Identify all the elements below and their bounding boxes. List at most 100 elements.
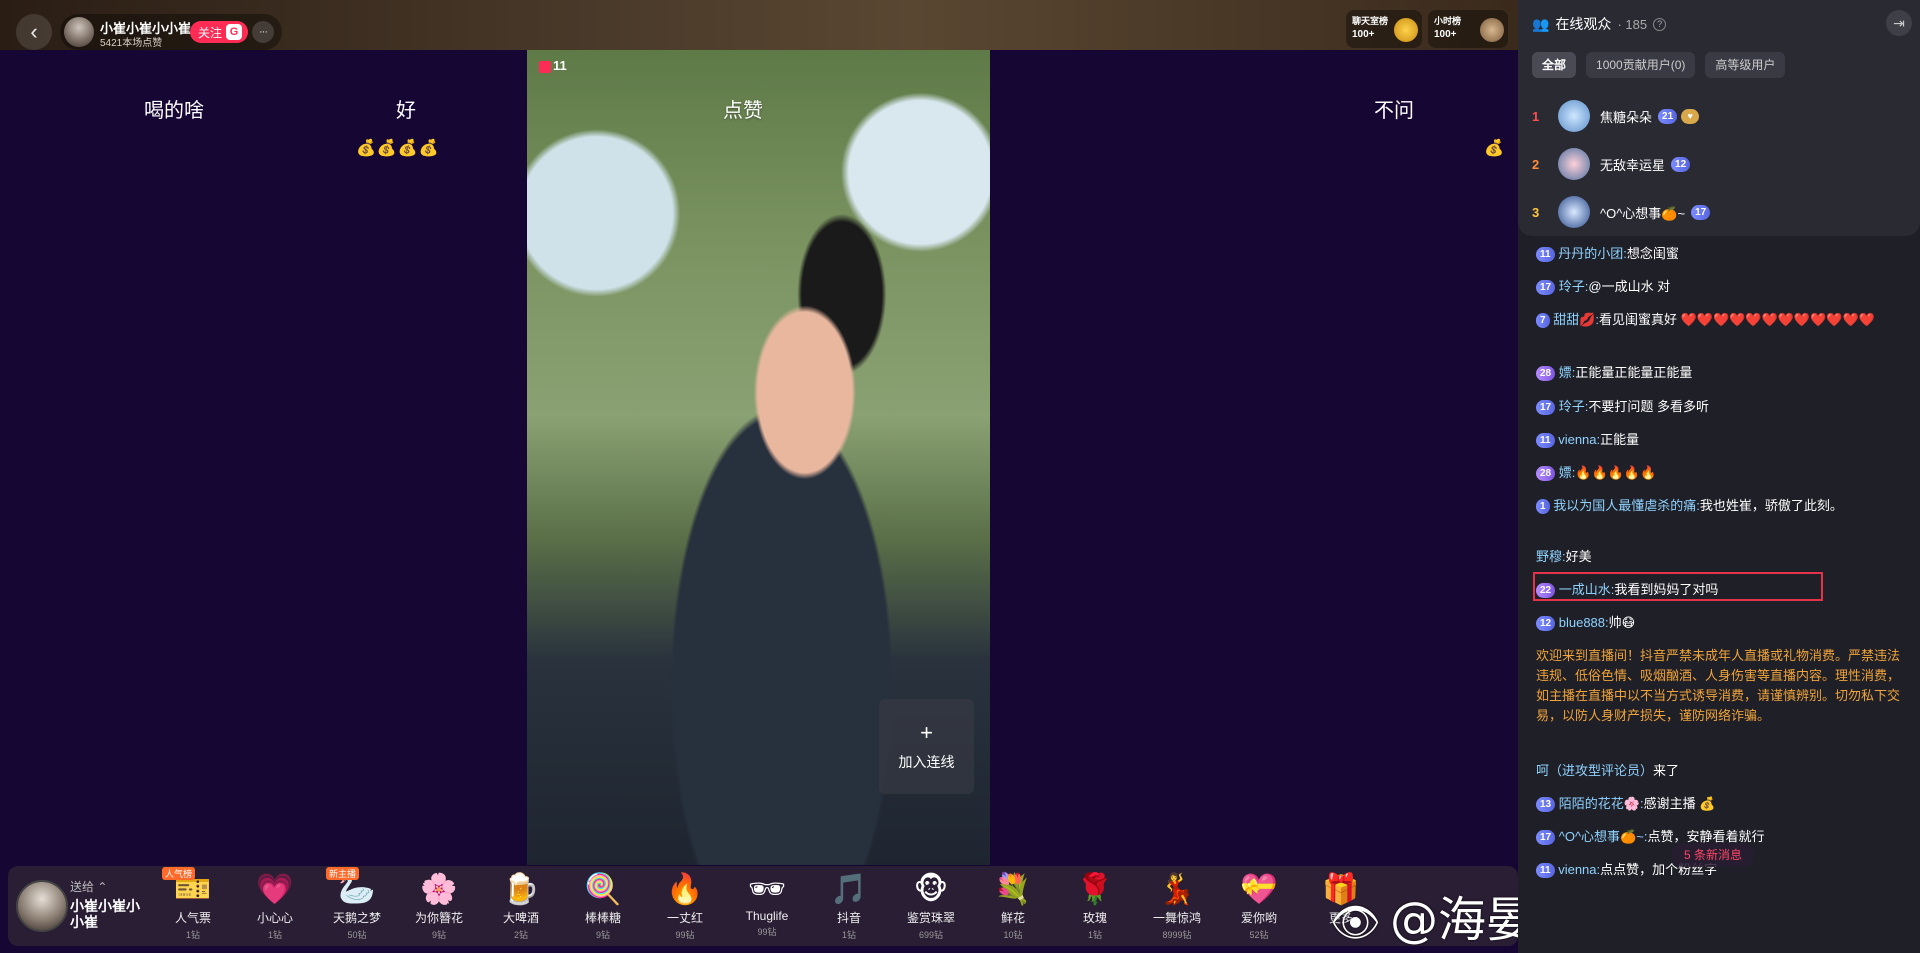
- anchor-info[interactable]: 小崔小崔小小崔 5421本场点赞 关注 G ···: [60, 14, 282, 50]
- chat-username[interactable]: 丹丹的小团:: [1558, 246, 1627, 261]
- anchor-likes: 5421本场点赞: [100, 38, 163, 49]
- gift-price: 52钻: [1249, 930, 1269, 940]
- chat-text: 感谢主播 💰: [1643, 796, 1716, 811]
- level-badge: 28: [1536, 466, 1556, 482]
- send-to-label[interactable]: 送给 ⌃: [70, 878, 107, 895]
- chat-username[interactable]: 一成山水:: [1559, 582, 1615, 597]
- avatar[interactable]: [1558, 100, 1590, 132]
- chat-text: 好美: [1565, 549, 1592, 564]
- gift-item[interactable]: 🍺 大啤酒 2钻: [486, 872, 556, 942]
- join-co-host-button[interactable]: + 加入连线: [879, 699, 974, 794]
- fan-club-badge: G: [226, 24, 243, 40]
- help-icon[interactable]: ?: [1653, 17, 1667, 31]
- user-name: ^O^心想事🍊~: [1600, 205, 1686, 221]
- gift-name: 爱你哟: [1240, 911, 1277, 925]
- chat-username[interactable]: 陌陌的花花🌸:: [1559, 796, 1644, 811]
- avatar[interactable]: [1558, 148, 1590, 180]
- chat-username[interactable]: 玲子:: [1559, 279, 1589, 294]
- new-messages-button[interactable]: 5 条新消息: [1672, 843, 1755, 867]
- tab-all[interactable]: 全部: [1532, 52, 1577, 78]
- gift-item[interactable]: 💃 一舞惊鸿 8999钻: [1142, 872, 1212, 942]
- gift-name: 天鹅之梦: [332, 911, 381, 925]
- gift-item[interactable]: 💐 鲜花 10钻: [978, 872, 1048, 942]
- follow-label: 关注: [198, 25, 223, 40]
- tab-high-level[interactable]: 高等级用户: [1705, 52, 1786, 78]
- more-button[interactable]: ···: [252, 21, 274, 43]
- gift-name: 一舞惊鸿: [1152, 911, 1201, 925]
- chat-username[interactable]: 嫖:: [1559, 365, 1576, 380]
- gift-price: 1钻: [267, 930, 282, 940]
- chat-text: 想念闺蜜: [1626, 246, 1679, 261]
- gift-item[interactable]: 🐵 鉴赏珠翠 699钻: [896, 872, 966, 942]
- gift-item[interactable]: 🕶 Thuglife 99钻: [732, 872, 802, 942]
- users-icon: 👥: [1532, 15, 1550, 32]
- gift-item[interactable]: 新主播 🦢 天鹅之梦 50钻: [322, 867, 392, 942]
- live-video[interactable]: 11 点赞 + 加入连线: [527, 50, 990, 865]
- tab-contributors[interactable]: 1000贡献用户(0): [1586, 52, 1696, 78]
- chat-username[interactable]: ^O^心想事🍊~:: [1559, 829, 1648, 844]
- top-user-row[interactable]: 1 焦糖朵朵 21 ♥: [1532, 96, 1912, 136]
- love-icon: 💝: [1240, 873, 1278, 906]
- rank-badge-icon: [1394, 18, 1418, 42]
- chat-text: 不要打问题 多看多听: [1588, 399, 1709, 414]
- chat-message: 28 嫖:正能量正能量正能量: [1536, 363, 1908, 383]
- gift-item[interactable]: 人气榜 🎫 人气票 1钻: [158, 867, 228, 942]
- gift-item[interactable]: 🌹 玫瑰 1钻: [1060, 872, 1130, 942]
- gift-price: 10钻: [1003, 930, 1023, 940]
- chat-username[interactable]: 我以为国人最懂虐杀的痛:: [1553, 498, 1700, 513]
- chat-message: 13 陌陌的花花🌸:感谢主播 💰: [1536, 794, 1908, 814]
- avatar[interactable]: [1558, 196, 1590, 228]
- chat-text: 我也姓崔，骄傲了此刻。: [1699, 498, 1843, 513]
- level-badge: 11: [1536, 433, 1555, 449]
- rose-icon: 🌹: [1076, 873, 1114, 906]
- chat-username[interactable]: 呵（进攻型评论员）: [1536, 763, 1653, 778]
- gift-name: 大啤酒: [502, 911, 539, 925]
- chat-text: @一成山水 对: [1588, 279, 1671, 294]
- gift-recipient-avatar[interactable]: [16, 880, 68, 932]
- gift-price: 2钻: [513, 930, 528, 940]
- chat-text: 我看到妈妈了对吗: [1614, 582, 1719, 597]
- chat-text: 来了: [1653, 763, 1680, 778]
- hourly-rank[interactable]: 小时榜 100+: [1428, 10, 1508, 48]
- gift-item[interactable]: 🔥 一丈红 99钻: [650, 872, 720, 942]
- follow-button[interactable]: 关注 G: [190, 21, 249, 43]
- chat-username[interactable]: 玲子:: [1559, 399, 1589, 414]
- video-viewers: 11: [539, 58, 567, 73]
- chat-username[interactable]: 甜甜💋:: [1553, 312, 1599, 327]
- chat-username[interactable]: vienna:: [1558, 862, 1600, 877]
- gift-item[interactable]: 💝 爱你哟 52钻: [1224, 872, 1294, 942]
- top-user-row[interactable]: 2 无敌幸运星 12: [1532, 144, 1912, 184]
- beer-icon: 🍺: [502, 873, 540, 906]
- anchor-avatar[interactable]: [64, 17, 94, 47]
- gift-price: 99钻: [757, 927, 777, 937]
- top-user-row[interactable]: 3 ^O^心想事🍊~ 17: [1532, 192, 1912, 232]
- plus-icon: +: [920, 719, 933, 745]
- chatroom-rank[interactable]: 聊天室榜 100+: [1346, 10, 1422, 48]
- system-notice: 欢迎来到直播间！抖音严禁未成年人直播或礼物消费。严禁违法违规、低俗色情、吸烟酗酒…: [1536, 646, 1908, 726]
- collapse-panel-button[interactable]: ⇥: [1886, 10, 1912, 36]
- gift-price: 699钻: [918, 930, 944, 940]
- level-badge: 12: [1671, 156, 1691, 172]
- chat-username[interactable]: 野穆:: [1536, 549, 1566, 564]
- gift-price: 8999钻: [1162, 930, 1192, 940]
- chat-message: 7 甜甜💋:看见闺蜜真好 ❤️❤️❤️❤️❤️❤️❤️❤️❤️❤️❤️❤️: [1536, 310, 1908, 330]
- chat-username[interactable]: 嫖:: [1559, 465, 1576, 480]
- gift-item[interactable]: 🌸 为你簪花 9钻: [404, 872, 474, 942]
- audience-filter-tabs: 全部 1000贡献用户(0) 高等级用户: [1532, 52, 1786, 78]
- level-badge: 17: [1536, 400, 1556, 416]
- audience-count: · 185: [1617, 16, 1648, 32]
- gift-item[interactable]: 💗 小心心 1钻: [240, 872, 310, 942]
- lollipop-icon: 🍭: [584, 873, 622, 906]
- flower-icon: 🌸: [420, 873, 458, 906]
- viewer-icon: [539, 60, 551, 73]
- fan-heart-icon: ♥: [1681, 108, 1700, 124]
- chat-username[interactable]: vienna:: [1558, 432, 1600, 447]
- gift-item[interactable]: 🎵 抖音 1钻: [814, 872, 884, 942]
- chevron-left-icon: ‹: [30, 19, 38, 44]
- join-label: 加入连线: [898, 753, 955, 770]
- chat-username[interactable]: blue888:: [1559, 615, 1609, 630]
- gift-item[interactable]: 🍭 棒棒糖 9钻: [568, 872, 638, 942]
- back-button[interactable]: ‹: [16, 14, 52, 50]
- user-rank: 3: [1532, 204, 1540, 220]
- gift-price: 9钻: [595, 930, 610, 940]
